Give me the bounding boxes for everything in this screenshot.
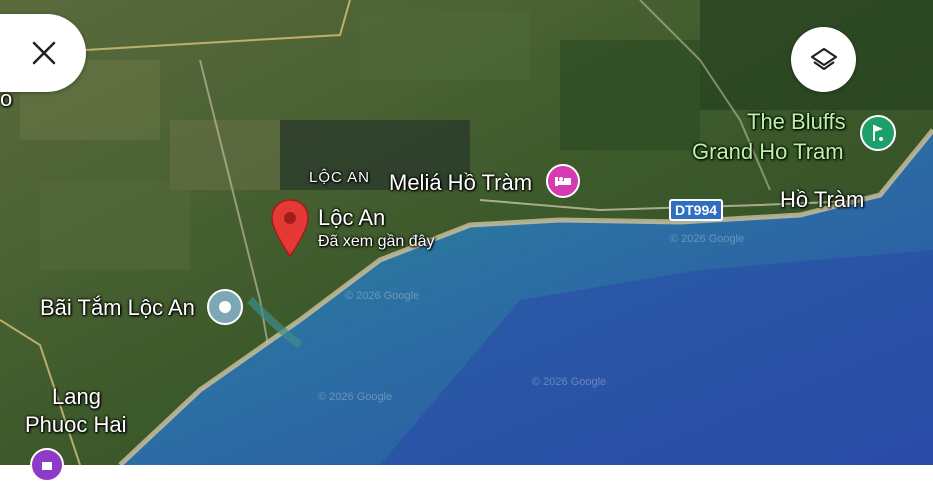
map-label-lang-1[interactable]: Lang	[52, 384, 101, 410]
map-label-loc-an-pin[interactable]: Lộc An	[318, 205, 385, 231]
map-label-bai-tam[interactable]: Bãi Tắm Lộc An	[40, 295, 195, 321]
map-watermark: © 2026 Google	[532, 376, 607, 388]
golf-poi-icon[interactable]	[860, 115, 896, 151]
layers-icon	[810, 47, 837, 70]
map-label-loc-an-area[interactable]: LỘC AN	[309, 169, 370, 186]
close-button[interactable]	[0, 14, 86, 92]
map-watermark: © 2026 Google	[670, 233, 745, 245]
map-label-pin-subtitle: Đã xem gần đây	[318, 233, 435, 250]
hotel-poi-icon[interactable]	[546, 164, 580, 198]
close-icon	[32, 41, 56, 65]
map-label-o: o	[0, 86, 13, 111]
map-label-bluffs-2[interactable]: Grand Ho Tram	[692, 139, 844, 165]
location-pin-icon[interactable]	[269, 198, 311, 260]
map-label-lang-2[interactable]: Phuoc Hai	[25, 412, 127, 438]
map-label-ho-tram[interactable]: Hồ Tràm	[780, 187, 864, 213]
road-shield-dt994: DT994	[669, 199, 724, 221]
map-watermark: © 2026 Google	[318, 391, 393, 403]
map-label-melia[interactable]: Meliá Hồ Tràm	[389, 170, 532, 196]
map-watermark: © 2026 Google	[345, 290, 420, 302]
map-label-bluffs-1[interactable]: The Bluffs	[747, 109, 846, 135]
shopping-poi-icon[interactable]	[30, 448, 64, 482]
beach-poi-icon[interactable]	[207, 289, 243, 325]
layers-button[interactable]	[791, 27, 856, 92]
